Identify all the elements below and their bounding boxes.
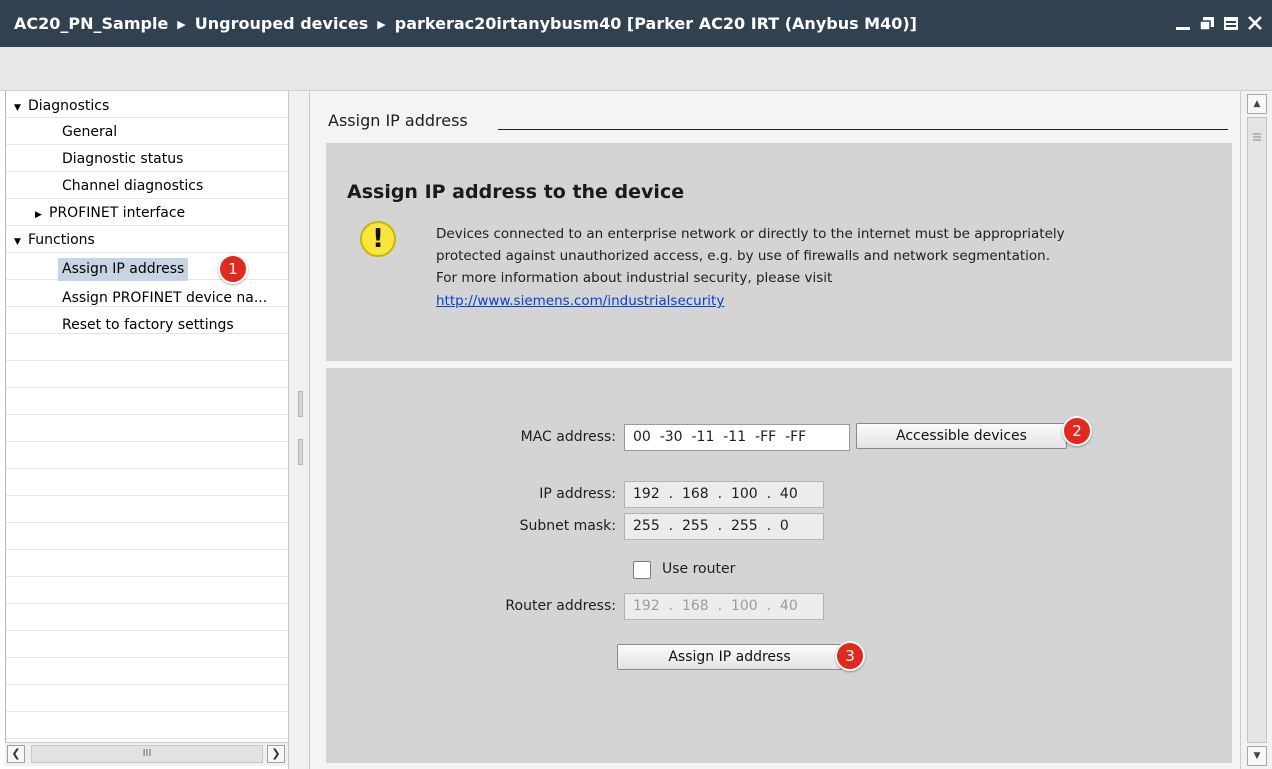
section-divider (498, 129, 1228, 130)
subnet-mask-label: Subnet mask: (519, 518, 616, 534)
scroll-down-icon[interactable]: ▼ (1247, 746, 1267, 766)
collapse-triangle-icon[interactable]: ▼ (14, 97, 28, 120)
nav-diagnostics[interactable]: ▼ Diagnostics (14, 95, 109, 118)
warning-text-line: Devices connected to an enterprise netwo… (436, 226, 1065, 242)
collapse-triangle-icon[interactable]: ▼ (14, 231, 28, 254)
nav-assign-profinet-device-name[interactable]: Assign PROFINET device na... (62, 287, 267, 310)
nav-profinet-interface[interactable]: ▶ PROFINET interface (35, 202, 185, 225)
warning-icon: ! (360, 221, 396, 257)
horizontal-scrollbar[interactable]: ❮ III ❯ (5, 742, 288, 766)
mac-address-label: MAC address: (520, 429, 616, 445)
use-router-label: Use router (662, 561, 736, 577)
assign-ip-address-button[interactable]: Assign IP address (617, 644, 842, 670)
title-bar: AC20_PN_Sample ▶ Ungrouped devices ▶ parkera… (0, 0, 1272, 47)
callout-badge-2: 2 (1062, 416, 1092, 446)
breadcrumb: AC20_PN_Sample ▶ Ungrouped devices ▶ parkera… (14, 14, 917, 33)
warning-text-line: protected against unauthorized access, e… (436, 248, 1051, 264)
nav-profinet-interface-label: PROFINET interface (49, 205, 186, 221)
nav-channel-diagnostics[interactable]: Channel diagnostics (62, 175, 203, 198)
nav-general[interactable]: General (62, 121, 117, 144)
breadcrumb-group[interactable]: Ungrouped devices (195, 14, 369, 33)
minimize-icon[interactable] (1174, 14, 1192, 32)
collapse-left-icon[interactable] (298, 391, 303, 417)
assign-ip-form: MAC address: 00 -30 -11 -11 -FF -FF Acce… (326, 368, 1232, 763)
navigation-tree: ▼ Diagnostics General Diagnostic status C… (5, 91, 288, 751)
nav-reset-factory-settings[interactable]: Reset to factory settings (62, 314, 234, 337)
mac-address-field[interactable]: 00 -30 -11 -11 -FF -FF (624, 424, 850, 451)
nav-diagnostic-status[interactable]: Diagnostic status (62, 148, 183, 171)
warning-text-line: For more information about industrial se… (436, 270, 833, 286)
toolbar (0, 47, 1272, 91)
restore-icon[interactable] (1198, 14, 1216, 32)
window-controls (1174, 9, 1264, 37)
industrial-security-link[interactable]: http://www.siemens.com/industrialsecurit… (436, 293, 724, 309)
panel-heading: Assign IP address to the device (347, 181, 685, 203)
grip-icon (1253, 133, 1261, 141)
breadcrumb-device[interactable]: parkerac20irtanybusm40 [Parker AC20 IRT … (395, 14, 917, 33)
accessible-devices-button[interactable]: Accessible devices (856, 423, 1067, 449)
router-address-field: 192 . 168 . 100 . 40 (624, 593, 824, 620)
breadcrumb-separator: ▶ (377, 18, 386, 31)
ip-address-label: IP address: (539, 486, 616, 502)
router-address-label: Router address: (505, 598, 616, 614)
breadcrumb-separator: ▶ (177, 18, 186, 31)
security-info-panel: Assign IP address to the device ! Device… (326, 143, 1232, 361)
use-router-checkbox[interactable] (633, 561, 651, 579)
subnet-mask-field[interactable]: 255 . 255 . 255 . 0 (624, 513, 824, 540)
section-title: Assign IP address (328, 111, 468, 130)
scroll-up-icon[interactable]: ▲ (1247, 94, 1267, 114)
close-icon[interactable] (1246, 14, 1264, 32)
callout-badge-1: 1 (218, 254, 248, 284)
scroll-right-icon[interactable]: ❯ (267, 745, 285, 763)
maximize-icon[interactable] (1222, 14, 1240, 32)
panel-splitter[interactable] (288, 91, 310, 769)
callout-badge-3: 3 (835, 641, 865, 671)
main-content: Assign IP address Assign IP address to t… (310, 91, 1240, 769)
scrollbar-thumb[interactable] (1247, 117, 1267, 743)
nav-diagnostics-label: Diagnostics (28, 98, 110, 114)
breadcrumb-project[interactable]: AC20_PN_Sample (14, 14, 168, 33)
scrollbar-thumb[interactable]: III (31, 745, 263, 763)
nav-functions[interactable]: ▼ Functions (14, 229, 95, 252)
ip-address-field[interactable]: 192 . 168 . 100 . 40 (624, 481, 824, 508)
nav-functions-label: Functions (28, 232, 95, 248)
vertical-scrollbar[interactable]: ▲ ▼ (1240, 91, 1272, 769)
nav-assign-ip-address[interactable]: Assign IP address (58, 258, 189, 281)
scroll-left-icon[interactable]: ❮ (7, 745, 25, 763)
warning-glyph: ! (372, 224, 384, 254)
expand-right-icon[interactable] (298, 439, 303, 465)
expand-triangle-icon[interactable]: ▶ (35, 204, 49, 227)
